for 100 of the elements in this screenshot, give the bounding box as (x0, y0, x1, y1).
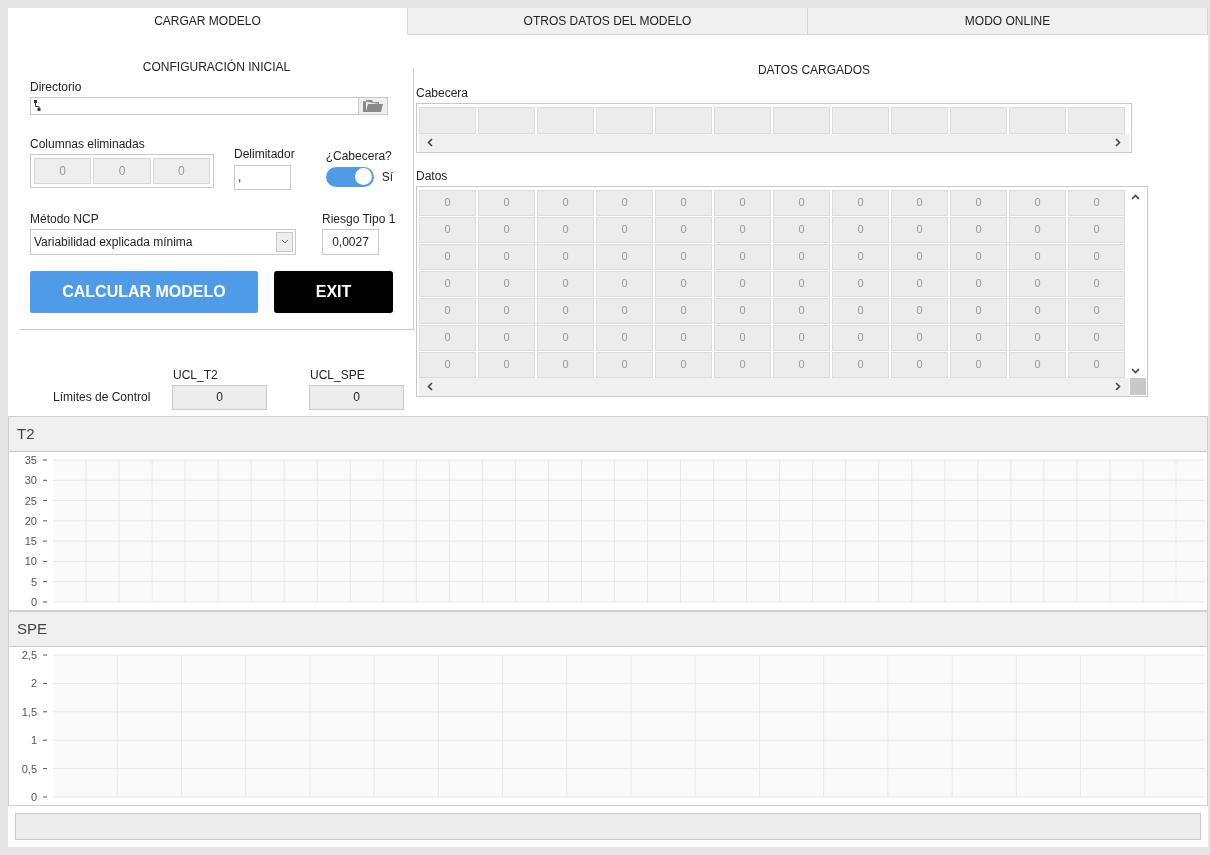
table-cell[interactable]: 0 (714, 243, 771, 270)
table-cell[interactable]: 0 (596, 270, 653, 297)
table-cell[interactable]: 0 (1068, 270, 1125, 297)
risk-field[interactable]: 0,0027 (322, 228, 379, 255)
table-cell[interactable]: 0 (891, 324, 948, 351)
header-cell[interactable] (832, 106, 889, 134)
table-cell[interactable]: 0 (832, 243, 889, 270)
table-cell[interactable]: 0 (891, 189, 948, 216)
table-cell[interactable]: 0 (773, 189, 830, 216)
table-cell[interactable]: 0 (655, 324, 712, 351)
table-cell[interactable]: 0 (1068, 189, 1125, 216)
table-cell[interactable]: 0 (478, 189, 535, 216)
table-cell[interactable]: 0 (419, 189, 476, 216)
table-cell[interactable]: 0 (891, 297, 948, 324)
table-cell[interactable]: 0 (655, 351, 712, 378)
header-cell[interactable] (1068, 106, 1125, 134)
toggle-switch[interactable] (325, 166, 374, 187)
table-cell[interactable]: 0 (478, 270, 535, 297)
table-cell[interactable]: 0 (596, 351, 653, 378)
header-cell[interactable] (419, 106, 476, 134)
table-cell[interactable]: 0 (832, 216, 889, 243)
table-cell[interactable]: 0 (950, 324, 1007, 351)
table-cell[interactable]: 0 (537, 324, 594, 351)
table-cell[interactable]: 0 (950, 270, 1007, 297)
table-cell[interactable]: 0 (773, 216, 830, 243)
method-select[interactable]: Variabilidad explicada mínima (30, 228, 296, 255)
column-field[interactable]: 0 (93, 157, 151, 184)
table-cell[interactable]: 0 (832, 351, 889, 378)
table-cell[interactable]: 0 (655, 297, 712, 324)
table-cell[interactable]: 0 (478, 351, 535, 378)
table-cell[interactable]: 0 (1009, 351, 1066, 378)
header-cell[interactable] (773, 106, 830, 134)
table-cell[interactable]: 0 (1009, 189, 1066, 216)
table-cell[interactable]: 0 (596, 243, 653, 270)
chevron-right-icon[interactable] (1115, 138, 1121, 148)
table-cell[interactable]: 0 (537, 216, 594, 243)
table-cell[interactable]: 0 (891, 243, 948, 270)
tab[interactable]: MODO ONLINE (808, 8, 1208, 35)
table-cell[interactable]: 0 (1068, 216, 1125, 243)
table-cell[interactable]: 0 (1068, 324, 1125, 351)
table-cell[interactable]: 0 (596, 297, 653, 324)
tab[interactable]: OTROS DATOS DEL MODELO (408, 8, 808, 35)
table-cell[interactable]: 0 (832, 297, 889, 324)
table-cell[interactable]: 0 (419, 270, 476, 297)
table-cell[interactable]: 0 (537, 189, 594, 216)
tab[interactable]: CARGAR MODELO (8, 8, 408, 35)
table-cell[interactable]: 0 (655, 243, 712, 270)
table-cell[interactable]: 0 (655, 189, 712, 216)
delimiter-field[interactable]: , (234, 164, 291, 190)
table-cell[interactable]: 0 (950, 189, 1007, 216)
header-cell[interactable] (714, 106, 771, 134)
table-cell[interactable]: 0 (832, 270, 889, 297)
exit-button[interactable]: EXIT (274, 270, 393, 313)
table-cell[interactable]: 0 (1009, 270, 1066, 297)
table-cell[interactable]: 0 (478, 243, 535, 270)
header-cell[interactable] (596, 106, 653, 134)
table-cell[interactable]: 0 (832, 189, 889, 216)
header-cell[interactable] (478, 106, 535, 134)
folder-button[interactable] (358, 97, 387, 114)
table-cell[interactable]: 0 (1009, 216, 1066, 243)
table-cell[interactable]: 0 (478, 216, 535, 243)
table-cell[interactable]: 0 (714, 216, 771, 243)
header-cell[interactable] (655, 106, 712, 134)
table-cell[interactable]: 0 (596, 216, 653, 243)
table-cell[interactable]: 0 (1009, 324, 1066, 351)
table-cell[interactable]: 0 (714, 351, 771, 378)
table-cell[interactable]: 0 (773, 351, 830, 378)
table-cell[interactable]: 0 (773, 243, 830, 270)
table-cell[interactable]: 0 (714, 270, 771, 297)
chevron-left-icon[interactable] (427, 138, 433, 148)
chevron-up-icon[interactable] (1131, 193, 1140, 200)
table-cell[interactable]: 0 (891, 216, 948, 243)
table-cell[interactable]: 0 (419, 297, 476, 324)
table-cell[interactable]: 0 (714, 297, 771, 324)
table-cell[interactable]: 0 (950, 351, 1007, 378)
table-cell[interactable]: 0 (478, 324, 535, 351)
chevron-right-icon[interactable] (1115, 382, 1121, 392)
directory-field[interactable] (30, 96, 388, 115)
column-field[interactable]: 0 (34, 157, 92, 184)
table-cell[interactable]: 0 (537, 351, 594, 378)
header-cell[interactable] (1009, 106, 1066, 134)
table-cell[interactable]: 0 (1009, 243, 1066, 270)
header-cell[interactable] (537, 106, 594, 134)
table-cell[interactable]: 0 (950, 216, 1007, 243)
table-cell[interactable]: 0 (773, 324, 830, 351)
table-cell[interactable]: 0 (891, 270, 948, 297)
table-cell[interactable]: 0 (714, 324, 771, 351)
table-cell[interactable]: 0 (1068, 297, 1125, 324)
table-cell[interactable]: 0 (773, 297, 830, 324)
table-cell[interactable]: 0 (419, 216, 476, 243)
chevron-down-icon[interactable] (1131, 367, 1140, 374)
table-cell[interactable]: 0 (950, 297, 1007, 324)
table-cell[interactable]: 0 (419, 324, 476, 351)
calculate-button[interactable]: CALCULAR MODELO (30, 270, 258, 313)
table-cell[interactable]: 0 (537, 270, 594, 297)
table-cell[interactable]: 0 (537, 243, 594, 270)
table-cell[interactable]: 0 (891, 351, 948, 378)
header-cell[interactable] (950, 106, 1007, 134)
table-cell[interactable]: 0 (596, 189, 653, 216)
header-cell[interactable] (891, 106, 948, 134)
